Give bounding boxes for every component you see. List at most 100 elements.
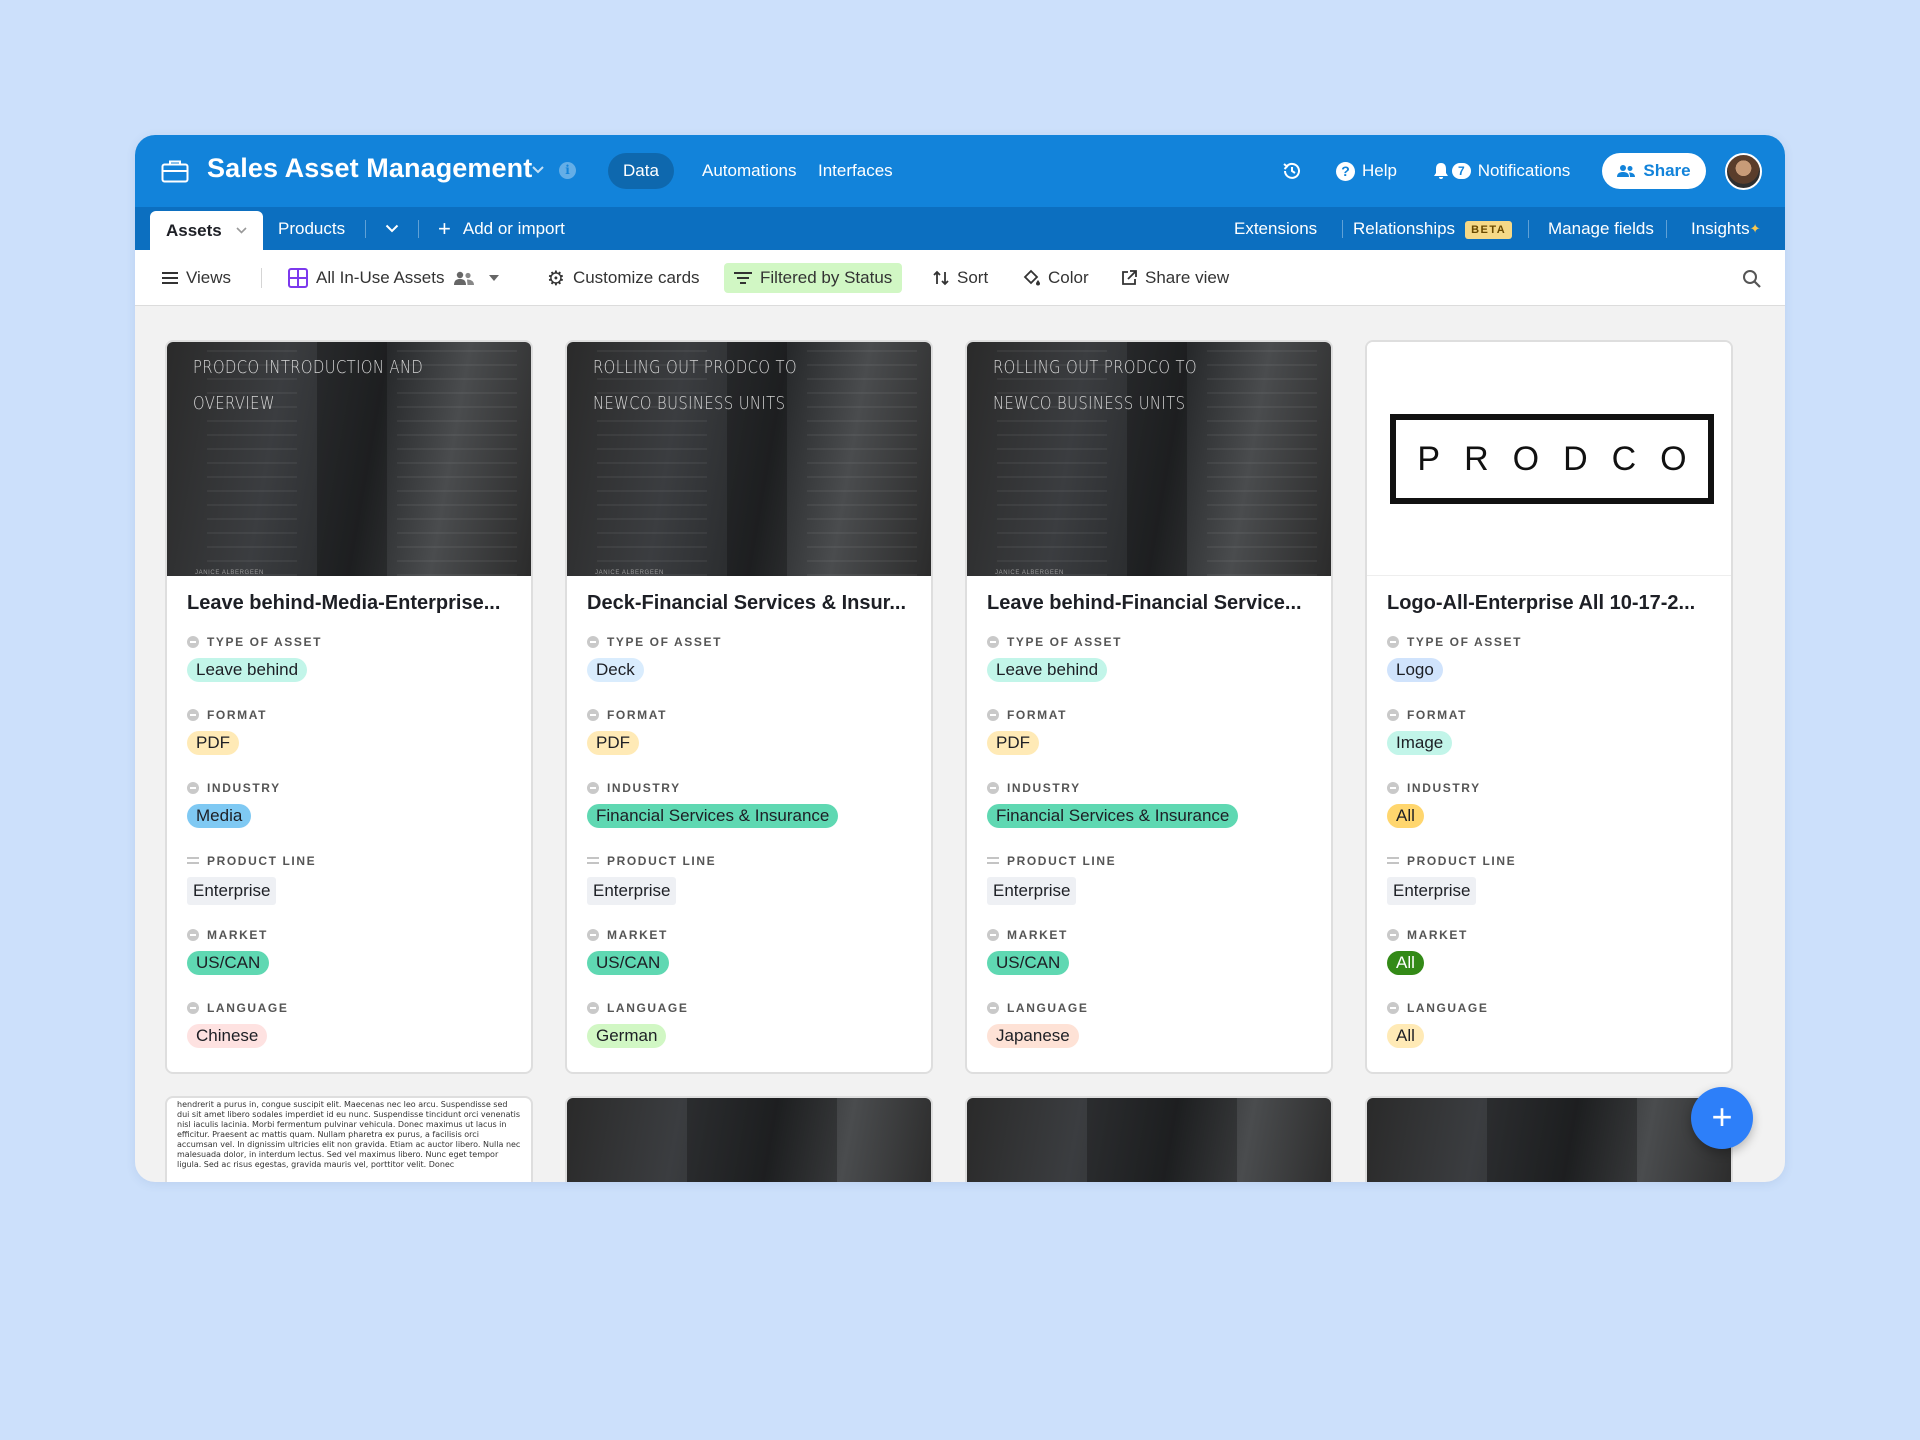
beta-badge: BETA xyxy=(1465,220,1513,239)
help-button[interactable]: ? Help xyxy=(1336,155,1397,187)
field-type: TYPE OF ASSET Logo xyxy=(1387,635,1522,682)
type-pill: Deck xyxy=(587,658,644,682)
select-field-icon xyxy=(987,709,999,721)
field-industry: INDUSTRY All xyxy=(1387,781,1481,828)
language-pill: Chinese xyxy=(187,1024,268,1048)
sort-label: Sort xyxy=(957,268,989,287)
product-line-chip: Enterprise xyxy=(987,877,1077,905)
card-title: Leave behind-Media-Enterprise... xyxy=(187,592,501,614)
share-button[interactable]: Share xyxy=(1602,153,1706,189)
manage-fields-button[interactable]: Manage fields xyxy=(1548,207,1654,250)
toolbar-divider xyxy=(261,268,262,288)
tab-interfaces[interactable]: Interfaces xyxy=(803,153,908,189)
record-card[interactable]: PRODCO INTRODUCTION AND OVERVIEW JANICE A… xyxy=(165,340,533,1074)
share-view-button[interactable]: Share view xyxy=(1121,263,1229,293)
share-view-label: Share view xyxy=(1145,268,1230,287)
bell-icon xyxy=(1434,163,1448,179)
record-card[interactable]: hendrerit a purus in, congue suscipit el… xyxy=(165,1096,533,1182)
select-field-icon xyxy=(587,782,599,794)
relationships-button[interactable]: Relationships BETA xyxy=(1353,207,1513,250)
record-card[interactable] xyxy=(565,1096,933,1182)
record-card[interactable] xyxy=(1365,1096,1733,1182)
app-window: Sales Asset Management i Data Automation… xyxy=(135,135,1785,1182)
field-format: FORMAT PDF xyxy=(987,708,1067,755)
card-cover-image: ROLLING OUT PRODCO TO NEWCO BUSINESS UNIT… xyxy=(567,342,931,576)
type-pill: Leave behind xyxy=(987,658,1108,682)
table-tab-products[interactable]: Products xyxy=(278,207,345,250)
add-or-import-button[interactable]: + Add or import xyxy=(438,207,565,250)
view-switcher[interactable]: All In-Use Assets xyxy=(288,263,499,293)
record-card[interactable]: ROLLING OUT PRODCO TO NEWCO BUSINESS UNIT… xyxy=(565,340,933,1074)
avatar[interactable] xyxy=(1725,153,1762,190)
help-icon: ? xyxy=(1336,161,1355,181)
chevron-down-icon[interactable] xyxy=(385,224,399,233)
info-icon[interactable]: i xyxy=(559,162,576,179)
language-pill: Japanese xyxy=(987,1024,1079,1048)
sort-button[interactable]: Sort xyxy=(933,263,988,293)
filter-button[interactable]: Filtered by Status xyxy=(724,263,903,293)
tab-separator xyxy=(418,220,419,238)
search-icon[interactable] xyxy=(1742,269,1762,289)
select-field-icon xyxy=(587,1002,599,1014)
tab-assets-label: Assets xyxy=(166,220,222,240)
select-field-icon xyxy=(187,709,199,721)
color-button[interactable]: Color xyxy=(1022,263,1089,293)
view-name: All In-Use Assets xyxy=(316,268,445,287)
people-icon xyxy=(1617,165,1636,177)
history-button[interactable] xyxy=(1281,155,1303,187)
add-record-button[interactable]: + xyxy=(1691,1087,1753,1149)
market-pill: US/CAN xyxy=(187,951,270,975)
select-field-icon xyxy=(187,1002,199,1014)
tab-automations[interactable]: Automations xyxy=(687,153,812,189)
type-pill: Logo xyxy=(1387,658,1443,682)
record-card[interactable]: PRODCO Logo-All-Enterprise All 10-17-2..… xyxy=(1365,340,1733,1074)
select-field-icon xyxy=(587,929,599,941)
market-pill: US/CAN xyxy=(587,951,670,975)
field-format: FORMAT Image xyxy=(1387,708,1467,755)
top-header: Sales Asset Management i Data Automation… xyxy=(135,135,1785,207)
base-title[interactable]: Sales Asset Management xyxy=(207,153,532,184)
record-card[interactable] xyxy=(965,1096,1333,1182)
document-preview-text: hendrerit a purus in, congue suscipit el… xyxy=(177,1100,521,1169)
external-link-icon xyxy=(1122,270,1137,285)
market-pill: All xyxy=(1387,951,1424,975)
format-pill: Image xyxy=(1387,731,1453,755)
slide-title: ROLLING OUT PRODCO TO NEWCO BUSINESS UNIT… xyxy=(593,357,797,414)
select-field-icon xyxy=(587,636,599,648)
language-pill: German xyxy=(587,1024,667,1048)
collaborators-icon xyxy=(453,271,474,285)
share-label: Share xyxy=(1643,161,1691,180)
format-pill: PDF xyxy=(987,731,1039,755)
field-product-line: PRODUCT LINE Enterprise xyxy=(1387,854,1516,905)
slide-title: PRODCO INTRODUCTION AND OVERVIEW xyxy=(193,357,424,414)
field-market: MARKET All xyxy=(1387,928,1468,975)
tab-data[interactable]: Data xyxy=(608,153,674,189)
extensions-button[interactable]: Extensions xyxy=(1234,207,1317,250)
chevron-down-icon[interactable] xyxy=(236,227,247,234)
format-pill: PDF xyxy=(587,731,639,755)
select-field-icon xyxy=(1387,636,1399,648)
slide-author: JANICE ALBERGEEN xyxy=(595,570,664,576)
format-pill: PDF xyxy=(187,731,239,755)
field-product-line: PRODUCT LINE Enterprise xyxy=(987,854,1116,905)
caret-down-icon xyxy=(488,275,499,281)
insights-button[interactable]: Insights✦ xyxy=(1691,207,1761,250)
chevron-down-icon[interactable] xyxy=(531,165,545,175)
slide-author: JANICE ALBERGEEN xyxy=(995,570,1064,576)
record-card[interactable]: ROLLING OUT PRODCO TO NEWCO BUSINESS UNIT… xyxy=(965,340,1333,1074)
customize-cards-label: Customize cards xyxy=(572,268,700,287)
add-or-import-label: Add or import xyxy=(462,219,565,238)
industry-pill: Media xyxy=(187,804,252,828)
paint-bucket-icon xyxy=(1023,269,1040,286)
card-cover-image: PRODCO INTRODUCTION AND OVERVIEW JANICE A… xyxy=(167,342,531,576)
views-button[interactable]: Views xyxy=(162,263,231,293)
select-field-icon xyxy=(987,782,999,794)
table-tab-assets[interactable]: Assets xyxy=(150,211,263,250)
select-field-icon xyxy=(1387,782,1399,794)
lookup-field-icon xyxy=(1387,855,1399,867)
field-language: LANGUAGE German xyxy=(587,1001,688,1048)
notifications-button[interactable]: 7 Notifications xyxy=(1433,155,1570,187)
card-cover-image: ROLLING OUT PRODCO TO NEWCO BUSINESS UNIT… xyxy=(967,342,1331,576)
notifications-label: Notifications xyxy=(1477,161,1571,180)
customize-cards-button[interactable]: ⚙ Customize cards xyxy=(547,263,700,293)
